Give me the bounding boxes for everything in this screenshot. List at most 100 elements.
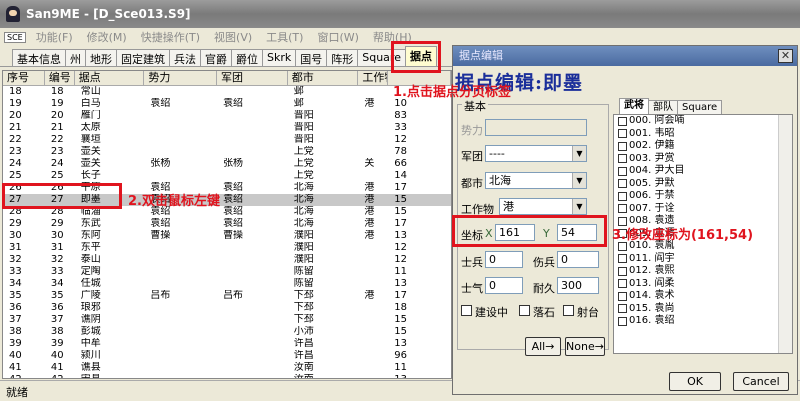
wounded-input[interactable]: 0 (557, 251, 599, 268)
menu-tools[interactable]: 工具(T) (266, 29, 303, 45)
officer-list-item[interactable]: 012. 袁熙 (614, 265, 792, 278)
table-row[interactable]: 34 34 任城 陈留 13 (3, 278, 451, 290)
officer-list-item[interactable]: 004. 尹大目 (614, 165, 792, 178)
col-header-index[interactable]: 序号 (3, 71, 45, 85)
tab-terrain[interactable]: 地形 (85, 49, 117, 66)
officer-checkbox[interactable] (618, 254, 627, 264)
tab-country-name[interactable]: 国号 (295, 49, 328, 66)
officer-list-item[interactable]: 006. 于禁 (614, 190, 792, 203)
system-menu-icon[interactable]: SCE (4, 31, 26, 43)
tab-tactics[interactable]: 兵法 (169, 49, 201, 66)
table-row[interactable]: 32 32 泰山 濮阳 12 (3, 254, 451, 266)
menu-quick-ops[interactable]: 快捷操作(T) (141, 29, 200, 45)
tab-right-square[interactable]: Square (677, 100, 723, 114)
table-row[interactable]: 38 38 彭城 小沛 15 (3, 326, 451, 338)
cancel-button[interactable]: Cancel (733, 372, 789, 391)
officer-list-item[interactable]: 013. 阎柔 (614, 278, 792, 291)
officer-list-item[interactable]: 003. 尹赏 (614, 153, 792, 166)
tab-skrk[interactable]: Skrk (262, 49, 297, 66)
tab-province[interactable]: 州 (65, 49, 86, 66)
officer-checkbox[interactable] (618, 166, 627, 176)
table-row[interactable]: 39 39 中牟 许昌 13 (3, 338, 451, 350)
menu-view[interactable]: 视图(V) (214, 29, 252, 45)
officer-list-item[interactable]: 002. 伊籍 (614, 140, 792, 153)
table-row[interactable]: 4242宋县汝南13 (3, 374, 451, 378)
officer-checkbox[interactable] (618, 179, 627, 189)
tab-titles[interactable]: 爵位 (231, 49, 263, 66)
table-row[interactable]: 24 24 壶关 张杨 张杨 上党 关 66 (3, 158, 451, 170)
durability-input[interactable]: 300 (557, 277, 599, 294)
menu-function[interactable]: 功能(F) (36, 29, 73, 45)
city-select[interactable]: 北海 ▼ (485, 172, 587, 189)
corps-select[interactable]: ---- ▼ (485, 145, 587, 162)
table-row[interactable]: 41 41 谯县 汝南 11 (3, 362, 451, 374)
officer-checkbox[interactable] (618, 191, 627, 201)
morale-input[interactable]: 0 (485, 277, 523, 294)
chevron-down-icon[interactable]: ▼ (572, 146, 586, 161)
chevron-down-icon[interactable]: ▼ (572, 173, 586, 188)
officer-list-item[interactable]: 014. 袁术 (614, 290, 792, 303)
officer-list-scrollbar[interactable] (778, 115, 792, 353)
table-cell (217, 362, 288, 374)
table-row[interactable]: 18 18 常山 邺 (3, 86, 451, 98)
officer-checkbox[interactable] (618, 116, 627, 126)
officer-list-item[interactable]: 016. 袁绍 (614, 315, 792, 328)
officer-checkbox[interactable] (618, 154, 627, 164)
officer-checkbox[interactable] (618, 141, 627, 151)
officer-list-item[interactable]: 007. 于诠 (614, 203, 792, 216)
ok-button[interactable]: OK (669, 372, 721, 391)
all-button[interactable]: All→ (525, 337, 561, 356)
none-button[interactable]: None→ (565, 337, 605, 356)
tab-basic-info[interactable]: 基本信息 (12, 49, 66, 66)
officer-list-item[interactable]: 001. 韦昭 (614, 128, 792, 141)
building-checkbox[interactable] (461, 305, 472, 316)
col-header-corps[interactable]: 军团 (217, 71, 288, 85)
chevron-down-icon[interactable]: ▼ (572, 199, 586, 214)
col-header-stronghold[interactable]: 据点 (75, 71, 145, 85)
officer-checkbox[interactable] (618, 304, 627, 314)
table-row[interactable]: 20 20 雁门 晋阳 83 (3, 110, 451, 122)
table-row[interactable]: 21 21 太原 晋阳 33 (3, 122, 451, 134)
officer-checkbox[interactable] (618, 266, 627, 276)
officer-checkbox[interactable] (618, 204, 627, 214)
close-icon[interactable]: ✕ (778, 49, 793, 63)
table-row[interactable]: 23 23 壶关 上党 78 (3, 146, 451, 158)
table-row[interactable]: 36 36 琅邪 下邳 18 (3, 302, 451, 314)
table-row[interactable]: 33 33 定陶 陈留 11 (3, 266, 451, 278)
table-row[interactable]: 29 29 东武 袁绍 袁绍 北海 港 17 (3, 218, 451, 230)
table-row[interactable]: 37 37 谯阴 下邳 15 (3, 314, 451, 326)
table-cell: 邺 (293, 86, 304, 97)
table-row[interactable]: 30 30 东阿 曹操 曹操 濮阳 港 13 (3, 230, 451, 242)
menu-modify[interactable]: 修改(M) (87, 29, 127, 45)
officer-checkbox[interactable] (618, 279, 627, 289)
officer-list-item[interactable]: 015. 袁尚 (614, 303, 792, 316)
tab-formation[interactable]: 阵形 (326, 49, 359, 66)
table-row[interactable]: 22 22 襄垣 晋阳 12 (3, 134, 451, 146)
soldiers-input[interactable]: 0 (485, 251, 523, 268)
officer-list-item[interactable]: 011. 阎宇 (614, 253, 792, 266)
archer-tower-checkbox[interactable] (563, 305, 574, 316)
tab-units[interactable]: 部队 (648, 100, 678, 114)
officer-checkbox[interactable] (618, 291, 627, 301)
tab-strongholds[interactable]: 据点 (404, 46, 437, 66)
col-header-city[interactable]: 都市 (288, 71, 359, 85)
table-row[interactable]: 31 31 东平 濮阳 12 (3, 242, 451, 254)
menu-window[interactable]: 窗口(W) (317, 29, 358, 45)
work-select[interactable]: 港 ▼ (499, 198, 587, 215)
col-header-work[interactable]: 工作物 (358, 71, 389, 85)
col-header-power[interactable]: 势力 (144, 71, 218, 85)
tab-officers[interactable]: 武将 (619, 98, 649, 114)
officer-checkbox[interactable] (618, 316, 627, 326)
table-row[interactable]: 19 19 白马 袁绍 袁绍邺港 10 (3, 98, 451, 110)
officer-list-item[interactable]: 000. 阿会喃 (614, 115, 792, 128)
officer-checkbox[interactable] (618, 129, 627, 139)
tab-fixed-buildings[interactable]: 固定建筑 (116, 49, 170, 66)
table-row[interactable]: 35 35 广陵 吕布 吕布 下邳 港 17 (3, 290, 451, 302)
table-row[interactable]: 40 40 颍川 许昌 96 (3, 350, 451, 362)
table-row[interactable]: 25 25 长子 上党 14 (3, 170, 451, 182)
tab-officials[interactable]: 官爵 (200, 49, 232, 66)
rockfall-checkbox[interactable] (519, 305, 530, 316)
col-header-id[interactable]: 编号 (45, 71, 75, 85)
officer-list-item[interactable]: 005. 尹默 (614, 178, 792, 191)
officer-checkbox[interactable] (618, 241, 627, 251)
